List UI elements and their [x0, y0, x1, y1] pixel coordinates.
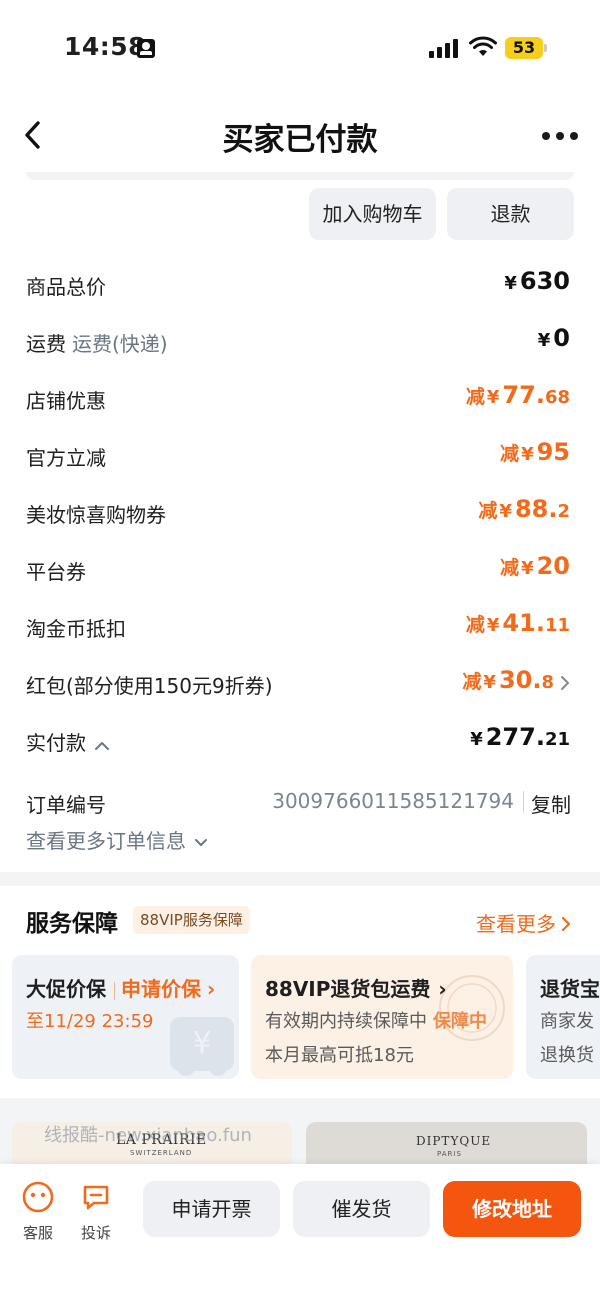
row-label: 店铺优惠	[26, 389, 106, 413]
row-label: 商品总价	[26, 275, 106, 299]
row-value: 减 ¥41.11	[465, 609, 570, 637]
chevron-right-icon	[561, 916, 571, 932]
shipping-method: 运费(快递)	[72, 332, 168, 356]
price-row-shop-discount: 店铺优惠 减 ¥77.68	[0, 379, 600, 419]
button-label: 客服	[22, 1224, 53, 1242]
row-value: 减 ¥88.2	[478, 495, 570, 523]
apply-price-protection-link: 申请价保	[121, 977, 201, 1001]
row-value: 减 ¥30.8	[462, 666, 554, 694]
chevron-up-icon	[95, 741, 109, 750]
card-deadline: 至11/29 23:59	[26, 1011, 154, 1032]
row-label: 红包(部分使用150元9折券)	[26, 674, 273, 698]
more-options-icon[interactable]	[542, 132, 578, 142]
status-time: 14:58	[64, 32, 147, 61]
row-value: 减 ¥95	[500, 438, 570, 466]
section-divider	[26, 172, 574, 180]
card-title: 退货宝	[540, 977, 600, 1001]
row-value: ¥630	[504, 267, 570, 295]
chevron-down-icon	[195, 838, 207, 846]
battery-indicator: 53	[505, 37, 543, 59]
row-value: 减 ¥20	[500, 552, 570, 580]
bottom-action-bar: 客服 投诉 申请开票 催发货 修改地址	[0, 1164, 600, 1304]
price-row-beauty-coupon: 美妆惊喜购物券 减 ¥88.2	[0, 493, 600, 533]
watermark-text: 线报酷-new.xianbao.fun	[44, 1125, 252, 1146]
card-title: 88VIP退货包运费 ›	[265, 977, 447, 1001]
row-label: 实付款	[26, 727, 110, 756]
button-label: 投诉	[80, 1224, 111, 1242]
wifi-icon	[469, 36, 497, 56]
row-label: 美妆惊喜购物券	[26, 503, 166, 527]
product-brand: DIPTYQUE	[416, 1134, 492, 1148]
price-row-red-packet[interactable]: 红包(部分使用150元9折券) 减 ¥30.8	[0, 664, 600, 704]
page-title: 买家已付款	[222, 122, 378, 158]
status-bar: 14:58 53	[0, 0, 600, 96]
product-brand-sub: SWITZERLAND	[130, 1149, 193, 1157]
order-number-label: 订单编号	[26, 793, 106, 817]
copy-order-number-button[interactable]: 复制	[531, 789, 571, 818]
svg-text:¥: ¥	[192, 1026, 211, 1061]
price-protection-card[interactable]: 大促价保 申请价保 › 至11/29 23:59 ¥	[12, 955, 239, 1079]
card-limit: 本月最高可抵18元	[265, 1045, 414, 1066]
modify-address-button[interactable]: 修改地址	[443, 1181, 581, 1237]
urge-shipment-button[interactable]: 催发货	[293, 1181, 430, 1237]
price-row-official: 官方立减 减 ¥95	[0, 436, 600, 476]
add-to-cart-button[interactable]: 加入购物车	[309, 188, 436, 240]
row-label: 运费 运费(快递)	[26, 332, 168, 356]
battery-tip	[544, 44, 547, 52]
row-value: ¥0	[537, 324, 570, 352]
row-value: 减 ¥77.68	[465, 381, 570, 409]
price-row-total: 商品总价 ¥630	[0, 265, 600, 305]
price-row-paid[interactable]: 实付款 ¥277.21	[0, 721, 600, 761]
price-row-shipping: 运费 运费(快递) ¥0	[0, 322, 600, 362]
complaint-button[interactable]: 投诉	[76, 1180, 116, 1243]
row-label: 官方立减	[26, 446, 106, 470]
request-invoice-button[interactable]: 申请开票	[143, 1181, 280, 1237]
order-number-value: 3009766011585121794	[272, 789, 514, 813]
services-more-link[interactable]: 查看更多	[476, 908, 572, 937]
cellular-signal-icon	[429, 38, 461, 58]
services-title: 服务保障	[26, 911, 118, 937]
section-gap	[0, 872, 600, 886]
order-number-row: 订单编号 3009766011585121794 复制	[26, 787, 576, 817]
row-label: 淘金币抵扣	[26, 617, 126, 641]
vip-return-shipping-card[interactable]: 88VIP退货包运费 › 有效期内持续保障中 保障中 本月最高可抵18元	[251, 955, 513, 1079]
top-nav: 买家已付款	[0, 96, 600, 174]
card-line: 商家发	[540, 1011, 594, 1032]
refund-button[interactable]: 退款	[447, 188, 574, 240]
row-label: 平台券	[26, 560, 86, 584]
price-tag-watermark-icon: ¥	[170, 1017, 234, 1076]
product-brand-sub: PARIS	[437, 1150, 462, 1158]
chevron-right-icon	[561, 676, 569, 690]
vip-service-badge: 88VIP服务保障	[133, 906, 250, 934]
more-order-info-link[interactable]: 查看更多订单信息	[26, 825, 208, 854]
price-row-coins: 淘金币抵扣 减 ¥41.11	[0, 607, 600, 647]
row-value: ¥277.21	[470, 723, 570, 751]
price-row-platform-coupon: 平台券 减 ¥20	[0, 550, 600, 590]
card-status: 有效期内持续保障中 保障中	[265, 1011, 487, 1032]
customer-service-icon	[22, 1181, 54, 1213]
return-insurance-card[interactable]: 退货宝 商家发 退换货	[526, 955, 600, 1079]
card-title: 大促价保 申请价保 ›	[26, 977, 216, 1001]
divider	[523, 791, 524, 813]
complaint-icon	[83, 1185, 109, 1210]
card-line: 退换货	[540, 1045, 594, 1066]
contact-card-icon	[137, 39, 155, 58]
customer-service-button[interactable]: 客服	[18, 1180, 58, 1243]
